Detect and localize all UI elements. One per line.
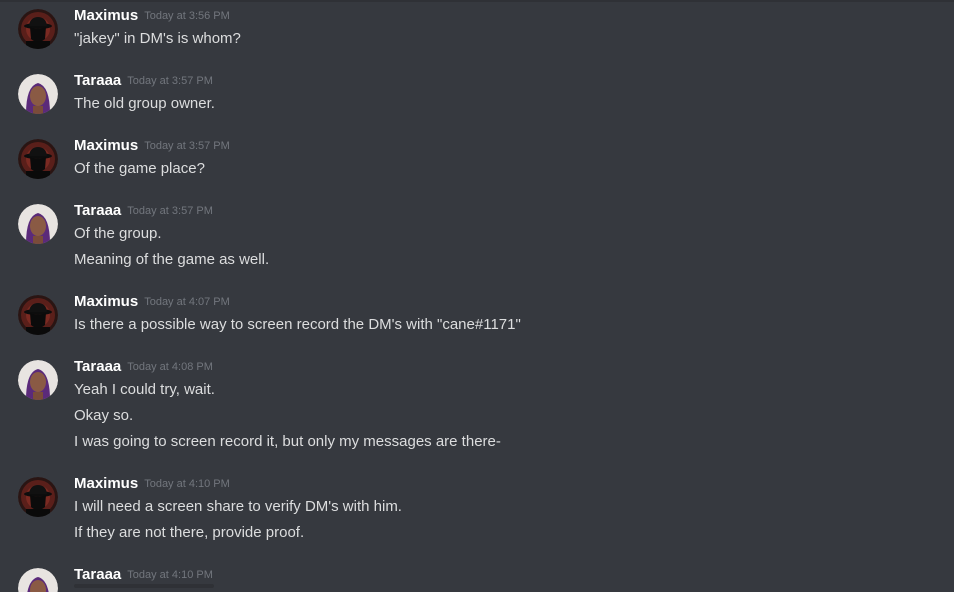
message-author[interactable]: Maximus Today at 4:10 PM xyxy=(74,475,230,494)
author-name[interactable]: Taraaa xyxy=(74,358,121,375)
message-text: Is there a possible way to screen record… xyxy=(74,316,521,333)
avatar-taraaa[interactable] xyxy=(18,204,58,244)
message-timestamp: Today at 3:57 PM xyxy=(144,140,230,152)
author-name[interactable]: Maximus xyxy=(74,293,138,310)
message-timestamp: Today at 4:10 PM xyxy=(127,569,213,581)
dark-hat-avatar-icon xyxy=(18,9,58,49)
message-author[interactable]: Taraaa Today at 3:57 PM xyxy=(74,72,213,91)
message-text: Meaning of the game as well. xyxy=(74,251,270,268)
message-text: I will need a screen share to verify DM'… xyxy=(74,498,402,515)
avatar-taraaa[interactable] xyxy=(18,74,58,114)
purple-hair-avatar-icon xyxy=(18,568,58,592)
author-name[interactable]: Maximus xyxy=(74,7,138,24)
dark-hat-avatar-icon xyxy=(18,295,58,335)
purple-hair-avatar-icon xyxy=(18,360,58,400)
top-divider xyxy=(0,0,954,2)
dark-hat-avatar-icon xyxy=(18,477,58,517)
avatar-taraaa[interactable] xyxy=(18,568,58,592)
author-name[interactable]: Taraaa xyxy=(74,72,121,89)
purple-hair-avatar-icon xyxy=(18,74,58,114)
message-text: Okay so. xyxy=(74,407,134,424)
purple-hair-avatar-icon xyxy=(18,204,58,244)
message-author[interactable]: Taraaa Today at 4:10 PM xyxy=(74,566,213,585)
author-name[interactable]: Maximus xyxy=(74,475,138,492)
message-timestamp: Today at 3:56 PM xyxy=(144,10,230,22)
message-author[interactable]: Maximus Today at 4:07 PM xyxy=(74,293,230,312)
message-text: Of the game place? xyxy=(74,160,205,177)
attachment-placeholder[interactable] xyxy=(74,584,214,588)
message-author[interactable]: Taraaa Today at 4:08 PM xyxy=(74,358,213,377)
avatar-taraaa[interactable] xyxy=(18,360,58,400)
avatar-maximus[interactable] xyxy=(18,477,58,517)
author-name[interactable]: Taraaa xyxy=(74,566,121,583)
message-timestamp: Today at 4:10 PM xyxy=(144,478,230,490)
avatar-maximus[interactable] xyxy=(18,295,58,335)
message-author[interactable]: Taraaa Today at 3:57 PM xyxy=(74,202,213,221)
message-timestamp: Today at 3:57 PM xyxy=(127,75,213,87)
message-text: "jakey" in DM's is whom? xyxy=(74,30,241,47)
message-text: I was going to screen record it, but onl… xyxy=(74,433,501,450)
avatar-maximus[interactable] xyxy=(18,9,58,49)
message-text: If they are not there, provide proof. xyxy=(74,524,305,541)
author-name[interactable]: Taraaa xyxy=(74,202,121,219)
message-text: Of the group. xyxy=(74,225,162,242)
message-text: Yeah I could try, wait. xyxy=(74,381,215,398)
message-author[interactable]: Maximus Today at 3:57 PM xyxy=(74,137,230,156)
message-text: The old group owner. xyxy=(74,95,215,112)
avatar-maximus[interactable] xyxy=(18,139,58,179)
message-timestamp: Today at 3:57 PM xyxy=(127,205,213,217)
chat-messages: Maximus Today at 3:56 PM "jakey" in DM's … xyxy=(0,0,954,592)
message-author[interactable]: Maximus Today at 3:56 PM xyxy=(74,7,230,26)
message-timestamp: Today at 4:07 PM xyxy=(144,296,230,308)
message-timestamp: Today at 4:08 PM xyxy=(127,361,213,373)
dark-hat-avatar-icon xyxy=(18,139,58,179)
author-name[interactable]: Maximus xyxy=(74,137,138,154)
